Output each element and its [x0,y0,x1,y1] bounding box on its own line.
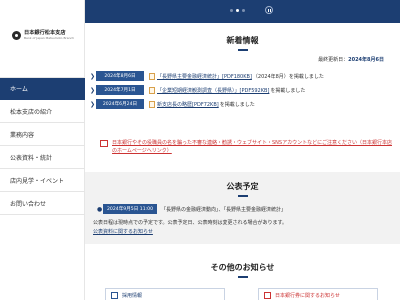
carousel-pause-button[interactable] [265,6,273,14]
hero-carousel [85,0,400,23]
person-icon [111,292,118,299]
nav-item-branch-intro[interactable]: 松本支店の紹介 [0,100,85,123]
carousel-dot[interactable] [230,9,233,12]
external-link-icon [100,140,108,147]
banknote-card-label: 日本銀行券に関するお知らせ [275,293,340,299]
news-suffix: を掲載しました [270,87,306,94]
news-suffix: （2024年8月）を掲載しました [252,73,324,80]
site-logo[interactable]: 日本銀行松本支店 Bank of Japan Matsumoto Branch [12,30,75,41]
news-date: 2024年7月1日 [96,85,144,95]
news-link[interactable]: 「企業短期経済観測調査（長野県）」[PDF592KB] [157,87,269,94]
news-item: ❯ 2024年6月24日 新支店長の略歴[PDF72KB] を掲載しました [90,97,390,111]
carousel-dots [230,9,245,12]
nav-item-home[interactable]: ホーム [0,77,85,100]
plan-note: 公表日程は現時点での予定です。公表予定日、公表時刻は変更される場合があります。 [93,220,288,226]
nav-item-tours-events[interactable]: 店内見学・イベント [0,169,85,192]
fraud-warning: 日本銀行やその役職員の名を騙った不審な連絡・勧誘・ウェブサイト・SNSアカウント… [100,139,392,155]
plans-section-title: 公表予定 [85,181,400,197]
plan-notice-link[interactable]: 公表資料に関するお知らせ [93,228,153,235]
recruit-card[interactable]: 採用情報 [105,288,225,300]
logo-sub-text: Bank of Japan Matsumoto Branch [24,36,75,41]
news-date: 2024年6月24日 [96,99,144,109]
other-section-title: その他のお知らせ [85,262,400,278]
sidebar: 日本銀行松本支店 Bank of Japan Matsumoto Branch … [0,0,85,300]
main-content: 新着情報 最終更新日：2024年8月6日 ❯ 2024年8月6日 「長野県主要金… [85,0,400,300]
news-link[interactable]: 新支店長の略歴[PDF72KB] [157,101,219,108]
pause-icon [267,8,269,12]
news-item: ❯ 2024年8月6日 「長野県主要金融経済統計」[PDF180KB] （202… [90,69,390,83]
news-list: ❯ 2024年8月6日 「長野県主要金融経済統計」[PDF180KB] （202… [90,69,390,111]
nav-item-contact[interactable]: お問い合わせ [0,192,85,215]
plan-text: 「長野県の金融経済動向」、「長野県主要金融経済統計」 [161,206,287,213]
pdf-icon [149,86,155,94]
news-link[interactable]: 「長野県主要金融経済統計」[PDF180KB] [157,73,252,80]
recruit-card-label: 採用情報 [122,293,143,299]
news-item: ❯ 2024年7月1日 「企業短期経済観測調査（長野県）」[PDF592KB] … [90,83,390,97]
pdf-icon [149,72,155,80]
nav-item-operations[interactable]: 業務内容 [0,123,85,146]
news-suffix: を掲載しました [219,101,255,108]
carousel-dot[interactable] [242,9,245,12]
fraud-warning-link[interactable]: 日本銀行やその役職員の名を騙った不審な連絡・勧誘・ウェブサイト・SNSアカウント… [112,139,392,155]
news-date: 2024年8月6日 [96,71,144,81]
banknote-notice-card[interactable]: 日本銀行券に関するお知らせ [258,288,378,300]
last-updated: 最終更新日：2024年8月6日 [318,56,384,63]
warning-icon [264,292,271,299]
last-updated-value: 2024年8月6日 [348,57,384,63]
bank-emblem-icon [12,31,21,41]
plan-date: 2024年9月5日 11:00 [103,204,158,214]
last-updated-label: 最終更新日： [318,57,349,63]
pause-icon [269,8,271,12]
plan-item: ● 2024年9月5日 11:00 「長野県の金融経済動向」、「長野県主要金融経… [97,204,286,214]
news-section-title: 新着情報 [85,35,400,51]
nav-item-publications[interactable]: 公表資料・統計 [0,146,85,169]
pdf-icon [149,100,155,108]
main-nav: ホーム 松本支店の紹介 業務内容 公表資料・統計 店内見学・イベント お問い合わ… [0,77,85,215]
carousel-dot-active[interactable] [236,9,239,12]
logo-text: 日本銀行松本支店 Bank of Japan Matsumoto Branch [24,30,75,41]
